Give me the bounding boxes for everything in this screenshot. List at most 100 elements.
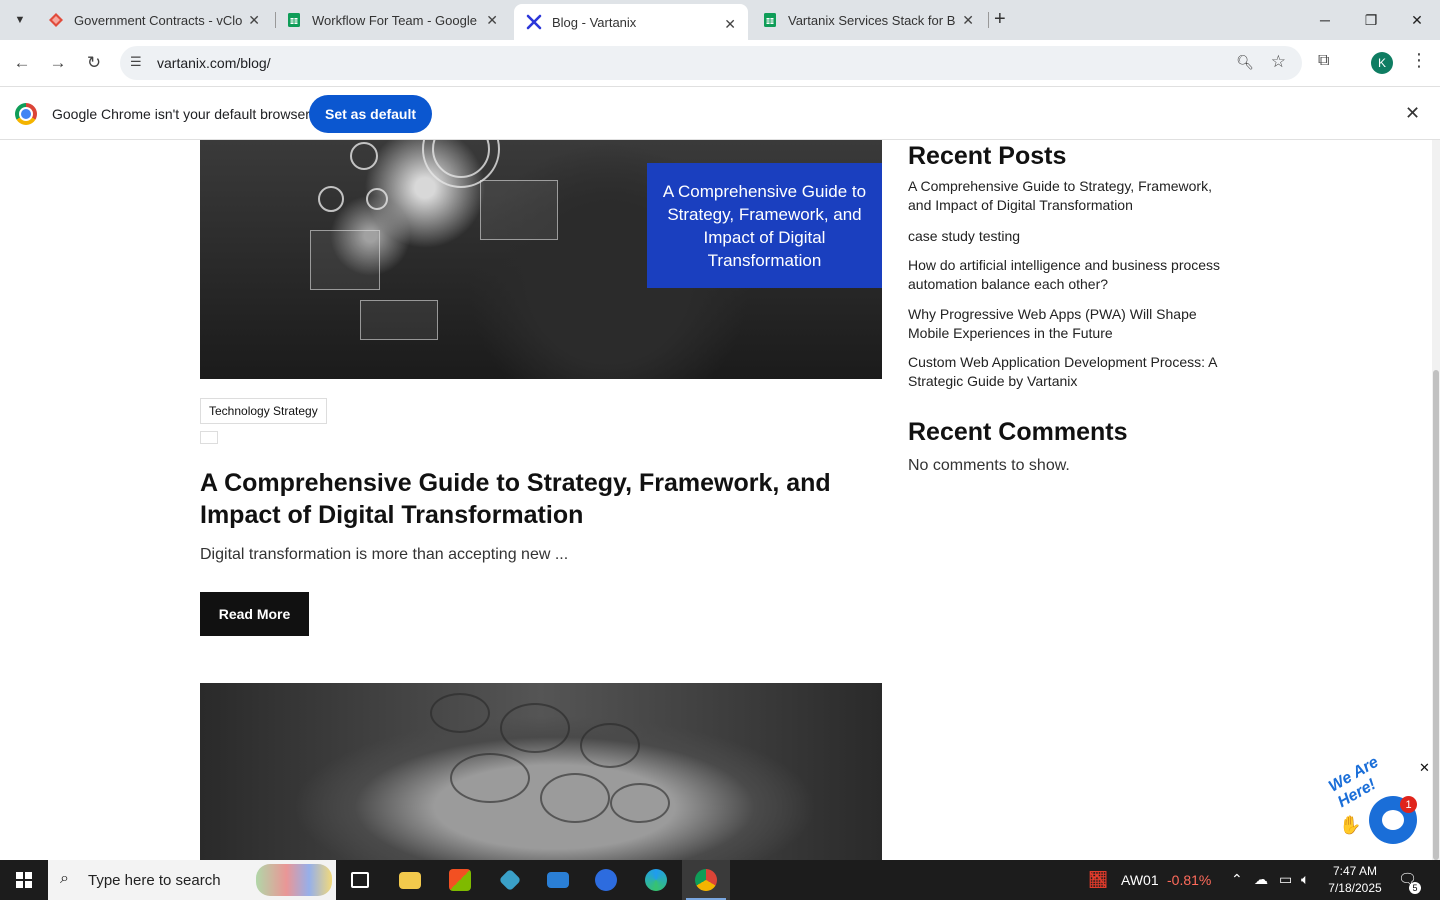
notification-count-badge: 5 [1409, 882, 1421, 894]
tab-workflow-for-team[interactable]: Workflow For Team - Google Sh ✕ [274, 0, 510, 40]
search-placeholder: Type here to search [88, 872, 221, 889]
recent-posts-heading: Recent Posts [908, 142, 1067, 170]
profile-avatar[interactable]: K [1371, 52, 1393, 74]
tab-separator [988, 12, 989, 28]
file-explorer-icon[interactable] [386, 860, 434, 900]
start-button[interactable] [0, 860, 48, 900]
google-sheets-icon [764, 13, 776, 27]
post-title[interactable]: A Comprehensive Guide to Strategy, Frame… [200, 467, 840, 531]
new-tab-icon[interactable]: + [994, 8, 1006, 31]
google-sheets-icon [288, 13, 300, 27]
infobar-close-icon[interactable]: ✕ [1405, 103, 1420, 124]
clock-date: 7/18/2025 [1328, 881, 1382, 895]
set-as-default-button[interactable]: Set as default [309, 95, 433, 133]
windows-logo-icon [16, 872, 32, 888]
browser-toolbar: ← → ↻ ☰ vartanix.com/blog/ 🔍︎ ☆ [0, 40, 1440, 86]
tab-title: Government Contracts - vCloud [74, 12, 242, 28]
windows-taskbar: ⌕ Type here to search 📉︎ AW01 -0.81% ⌃ ☁… [0, 860, 1440, 900]
chat-bubble-icon [1382, 810, 1404, 830]
show-hidden-icons-icon[interactable]: ⌃ [1231, 871, 1243, 888]
url-text[interactable]: vartanix.com/blog/ [157, 55, 271, 71]
recent-post-link[interactable]: A Comprehensive Guide to Strategy, Frame… [908, 177, 1233, 215]
close-tab-icon[interactable]: ✕ [248, 12, 260, 29]
tab-title: Workflow For Team - Google Sh [312, 12, 480, 28]
mail-icon[interactable] [534, 860, 582, 900]
tab-government-contracts[interactable]: Government Contracts - vCloud ✕ [36, 0, 272, 40]
tab-search-chevron-icon[interactable]: ▼ [6, 6, 34, 34]
menu-kebab-icon[interactable]: ⋮ [1410, 50, 1428, 71]
brain-fold [430, 693, 490, 733]
onedrive-icon[interactable]: ☁ [1254, 871, 1268, 888]
infobar-message: Google Chrome isn't your default browser [52, 106, 310, 122]
bookmark-star-icon[interactable]: ☆ [1271, 52, 1286, 72]
close-tab-icon[interactable]: ✕ [962, 12, 974, 29]
recent-post-link[interactable]: case study testing [908, 227, 1233, 246]
hologram-circle [366, 188, 388, 210]
stock-name[interactable]: AW01 [1121, 872, 1159, 888]
next-post-image[interactable] [200, 683, 882, 860]
extensions-puzzle-icon[interactable]: ⧉ [1318, 52, 1329, 70]
stock-chart-icon[interactable]: 📉︎ [1088, 870, 1112, 890]
recent-comments-heading: Recent Comments [908, 418, 1128, 446]
brain-fold [580, 723, 640, 768]
scrollbar-thumb[interactable] [1433, 370, 1439, 860]
microsoft-store-icon[interactable] [436, 860, 484, 900]
placeholder-box [200, 431, 218, 444]
tab-strip: ▼ Government Contracts - vCloud ✕ Workfl… [0, 0, 1440, 40]
tab-title: Vartanix Services Stack for Blog [788, 12, 956, 28]
back-arrow-icon[interactable]: ← [8, 49, 36, 77]
reload-icon[interactable]: ↻ [80, 49, 108, 77]
brain-fold [540, 773, 610, 823]
restore-icon[interactable]: ❐ [1348, 0, 1394, 40]
close-tab-icon[interactable]: ✕ [486, 12, 498, 29]
clock-time: 7:47 AM [1332, 864, 1378, 878]
close-tab-icon[interactable]: ✕ [724, 16, 736, 33]
recent-post-link[interactable]: Why Progressive Web Apps (PWA) Will Shap… [908, 305, 1233, 343]
tab-vartanix-services-stack[interactable]: Vartanix Services Stack for Blog ✕ [750, 0, 986, 40]
hologram-circle [318, 186, 344, 212]
chat-unread-badge: 1 [1400, 796, 1417, 813]
brain-fold [610, 783, 670, 823]
hologram-circle [350, 142, 378, 170]
system-clock[interactable]: 7:47 AM 7/18/2025 [1322, 863, 1388, 897]
stock-change[interactable]: -0.81% [1167, 872, 1211, 888]
minimize-icon[interactable]: ─ [1302, 0, 1348, 40]
recent-post-link[interactable]: Custom Web Application Development Proce… [908, 353, 1233, 391]
hologram-panel [360, 300, 438, 340]
search-highlight-illustration [256, 864, 332, 896]
chrome-taskbar-icon[interactable] [682, 860, 730, 900]
vcloud-icon [49, 13, 63, 27]
address-bar[interactable]: ☰ vartanix.com/blog/ 🔍︎ ☆ [120, 46, 1302, 80]
category-badge[interactable]: Technology Strategy [200, 398, 327, 424]
volume-icon[interactable]: 🔈︎ [1301, 871, 1309, 888]
edge-browser-icon[interactable] [632, 860, 680, 900]
vartanix-icon [526, 14, 542, 30]
task-view-icon[interactable] [336, 860, 384, 900]
page-viewport: A Comprehensive Guide to Strategy, Frame… [0, 140, 1440, 860]
taskbar-search[interactable]: ⌕ Type here to search [48, 860, 336, 900]
search-icon: ⌕ [60, 870, 69, 887]
close-window-icon[interactable]: ✕ [1394, 0, 1440, 40]
recent-post-link[interactable]: How do artificial intelligence and busin… [908, 256, 1233, 294]
post-featured-image[interactable]: A Comprehensive Guide to Strategy, Frame… [200, 140, 882, 379]
read-more-button[interactable]: Read More [200, 592, 309, 636]
forward-arrow-icon[interactable]: → [44, 49, 72, 77]
brain-fold [450, 753, 530, 803]
page-scrollbar[interactable] [1432, 140, 1440, 860]
image-overlay-title: A Comprehensive Guide to Strategy, Frame… [647, 163, 882, 288]
tab-title: Blog - Vartanix [552, 14, 637, 30]
zoom-app-icon[interactable] [582, 860, 630, 900]
tab-blog-vartanix[interactable]: Blog - Vartanix ✕ [514, 4, 748, 40]
site-settings-icon[interactable]: ☰ [130, 54, 146, 70]
chrome-logo-icon [15, 103, 37, 125]
app-diamond-icon[interactable] [486, 860, 534, 900]
waving-hand-icon: ✋ [1339, 815, 1362, 835]
zoom-icon[interactable]: 🔍︎ [1236, 54, 1254, 71]
hologram-panel [310, 230, 380, 290]
network-icon[interactable]: ▭ [1279, 871, 1292, 888]
hologram-panel [480, 180, 558, 240]
default-browser-infobar: Google Chrome isn't your default browser… [0, 86, 1440, 140]
no-comments-text: No comments to show. [908, 457, 1070, 474]
post-excerpt: Digital transformation is more than acce… [200, 546, 569, 563]
brain-fold [500, 703, 570, 753]
